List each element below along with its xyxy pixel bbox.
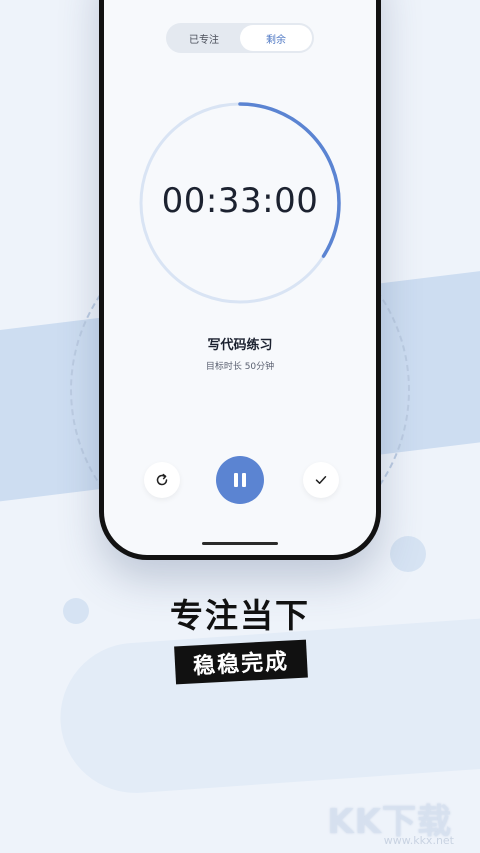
timer-screen: 已专注 剩余 00:33:00 写代码练习 目标时长 50分钟: [104, 0, 376, 555]
promo-tag: 稳稳完成: [174, 639, 308, 685]
check-icon: [315, 476, 327, 484]
watermark-url: www.kkx.net: [383, 834, 454, 847]
background-pill: [55, 612, 480, 798]
timer-mode-toggle: 已专注 剩余: [166, 23, 314, 53]
task-goal: 目标时长 50分钟: [205, 362, 275, 372]
pause-button[interactable]: [216, 456, 264, 504]
task-title: 写代码练习: [207, 338, 273, 353]
background-dot: [390, 536, 426, 572]
complete-button[interactable]: [303, 462, 339, 498]
promo-tag-label: 稳稳完成: [192, 649, 290, 680]
tab-focused[interactable]: 已专注: [168, 25, 240, 51]
promo-headline: 专注当下: [170, 596, 310, 635]
reset-button[interactable]: [144, 462, 180, 498]
timer-display: 00:33:00: [161, 181, 319, 221]
home-indicator[interactable]: [202, 542, 278, 545]
phone-frame: 已专注 剩余 00:33:00 写代码练习 目标时长 50分钟: [99, 0, 381, 560]
tab-remaining[interactable]: 剩余: [240, 25, 312, 51]
refresh-icon: [156, 473, 168, 486]
pause-icon: [234, 473, 246, 487]
